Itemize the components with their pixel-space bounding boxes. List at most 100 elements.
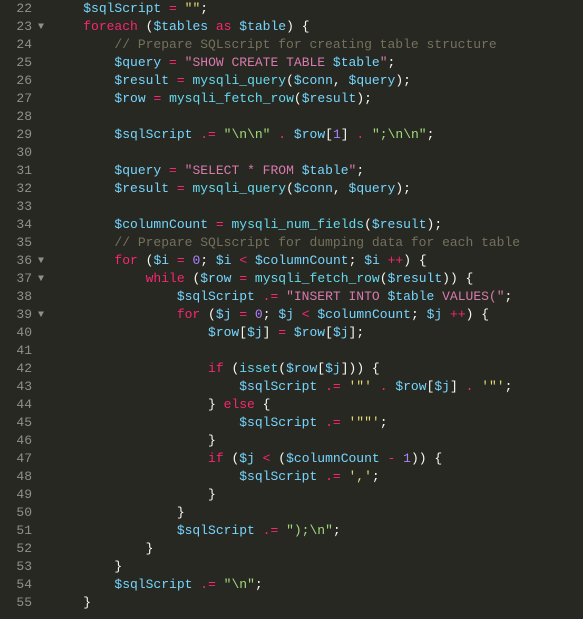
line-number-text: 47 (16, 451, 32, 466)
line-number-text: 50 (16, 505, 32, 520)
code-line[interactable]: $sqlScript .= "\n\n" . $row[1] . ";\n\n"… (52, 126, 583, 144)
code-line[interactable]: // Prepare SQLscript for creating table … (52, 36, 583, 54)
code-line[interactable]: } else { (52, 396, 583, 414)
line-number[interactable]: 26 (4, 72, 32, 90)
code-line[interactable]: $query = "SELECT * FROM $table"; (52, 162, 583, 180)
code-line[interactable] (52, 144, 583, 162)
code-line[interactable]: $columnCount = mysqli_num_fields($result… (52, 216, 583, 234)
line-number-text: 55 (16, 595, 32, 610)
line-number[interactable]: 39▼ (4, 306, 32, 324)
line-number-text: 46 (16, 433, 32, 448)
line-number-text: 40 (16, 325, 32, 340)
line-number[interactable]: 48 (4, 468, 32, 486)
line-number[interactable]: 42 (4, 360, 32, 378)
code-line[interactable]: for ($i = 0; $i < $columnCount; $i ++) { (52, 252, 583, 270)
code-line[interactable]: } (52, 540, 583, 558)
code-line[interactable]: } (52, 432, 583, 450)
line-number[interactable]: 46 (4, 432, 32, 450)
line-number[interactable]: 24 (4, 36, 32, 54)
line-number[interactable]: 33 (4, 198, 32, 216)
code-line[interactable]: if ($j < ($columnCount - 1)) { (52, 450, 583, 468)
line-number[interactable]: 55 (4, 594, 32, 612)
code-editor[interactable]: 2223▼24252627282930313233343536▼37▼3839▼… (0, 0, 583, 619)
line-number-text: 26 (16, 73, 32, 88)
line-number[interactable]: 28 (4, 108, 32, 126)
code-line[interactable]: while ($row = mysqli_fetch_row($result))… (52, 270, 583, 288)
code-line[interactable]: if (isset($row[$j])) { (52, 360, 583, 378)
line-number[interactable]: 23▼ (4, 18, 32, 36)
line-number-text: 39 (16, 307, 32, 322)
code-line[interactable]: $row = mysqli_fetch_row($result); (52, 90, 583, 108)
line-number-text: 45 (16, 415, 32, 430)
line-number-text: 48 (16, 469, 32, 484)
line-number-text: 41 (16, 343, 32, 358)
line-number-text: 22 (16, 1, 32, 16)
line-number[interactable]: 50 (4, 504, 32, 522)
code-line[interactable]: $sqlScript .= '""'; (52, 414, 583, 432)
line-number-text: 32 (16, 181, 32, 196)
line-number-text: 52 (16, 541, 32, 556)
line-number[interactable]: 27 (4, 90, 32, 108)
line-number[interactable]: 43 (4, 378, 32, 396)
code-line[interactable] (52, 198, 583, 216)
line-number[interactable]: 54 (4, 576, 32, 594)
line-number[interactable]: 37▼ (4, 270, 32, 288)
code-line[interactable]: $sqlScript .= ");\n"; (52, 522, 583, 540)
line-number[interactable]: 52 (4, 540, 32, 558)
line-number-text: 37 (16, 271, 32, 286)
code-line[interactable]: $result = mysqli_query($conn, $query); (52, 72, 583, 90)
line-number[interactable]: 41 (4, 342, 32, 360)
line-number[interactable]: 53 (4, 558, 32, 576)
code-line[interactable]: $sqlScript .= '"' . $row[$j] . '"'; (52, 378, 583, 396)
code-line[interactable]: } (52, 594, 583, 612)
line-number-text: 29 (16, 127, 32, 142)
line-number[interactable]: 29 (4, 126, 32, 144)
line-number-text: 33 (16, 199, 32, 214)
line-number[interactable]: 51 (4, 522, 32, 540)
line-number-text: 23 (16, 19, 32, 34)
line-number[interactable]: 49 (4, 486, 32, 504)
code-line[interactable]: $sqlScript = ""; (52, 0, 583, 18)
code-line[interactable]: } (52, 504, 583, 522)
line-number-text: 25 (16, 55, 32, 70)
line-number-text: 43 (16, 379, 32, 394)
code-line[interactable]: $query = "SHOW CREATE TABLE $table"; (52, 54, 583, 72)
line-number-text: 36 (16, 253, 32, 268)
line-number[interactable]: 31 (4, 162, 32, 180)
line-number[interactable]: 38 (4, 288, 32, 306)
line-number-text: 54 (16, 577, 32, 592)
fold-icon[interactable]: ▼ (38, 19, 44, 37)
code-line[interactable]: // Prepare SQLscript for dumping data fo… (52, 234, 583, 252)
line-number[interactable]: 44 (4, 396, 32, 414)
line-number[interactable]: 25 (4, 54, 32, 72)
line-number-text: 49 (16, 487, 32, 502)
code-area[interactable]: $sqlScript = ""; foreach ($tables as $ta… (38, 0, 583, 619)
code-line[interactable]: $sqlScript .= "\n"; (52, 576, 583, 594)
line-number[interactable]: 47 (4, 450, 32, 468)
code-line[interactable]: for ($j = 0; $j < $columnCount; $j ++) { (52, 306, 583, 324)
line-number[interactable]: 32 (4, 180, 32, 198)
code-line[interactable]: foreach ($tables as $table) { (52, 18, 583, 36)
code-line[interactable] (52, 342, 583, 360)
fold-icon[interactable]: ▼ (38, 253, 44, 271)
code-line[interactable]: $result = mysqli_query($conn, $query); (52, 180, 583, 198)
code-line[interactable] (52, 108, 583, 126)
code-line[interactable]: $sqlScript .= ','; (52, 468, 583, 486)
line-number[interactable]: 45 (4, 414, 32, 432)
line-number[interactable]: 22 (4, 0, 32, 18)
line-number-text: 38 (16, 289, 32, 304)
code-line[interactable]: } (52, 486, 583, 504)
fold-icon[interactable]: ▼ (38, 271, 44, 289)
code-line[interactable]: $row[$j] = $row[$j]; (52, 324, 583, 342)
line-number[interactable]: 30 (4, 144, 32, 162)
line-number-text: 28 (16, 109, 32, 124)
line-number[interactable]: 40 (4, 324, 32, 342)
line-number-gutter[interactable]: 22 23▼2425 26 2728 29 303132 33 343536▼37▼38 39▼… (0, 0, 38, 619)
fold-icon[interactable]: ▼ (38, 307, 44, 325)
line-number[interactable]: 36▼ (4, 252, 32, 270)
code-line[interactable]: $sqlScript .= "INSERT INTO $table VALUES… (52, 288, 583, 306)
code-line[interactable]: } (52, 558, 583, 576)
line-number-text: 53 (16, 559, 32, 574)
line-number[interactable]: 34 (4, 216, 32, 234)
line-number[interactable]: 35 (4, 234, 32, 252)
